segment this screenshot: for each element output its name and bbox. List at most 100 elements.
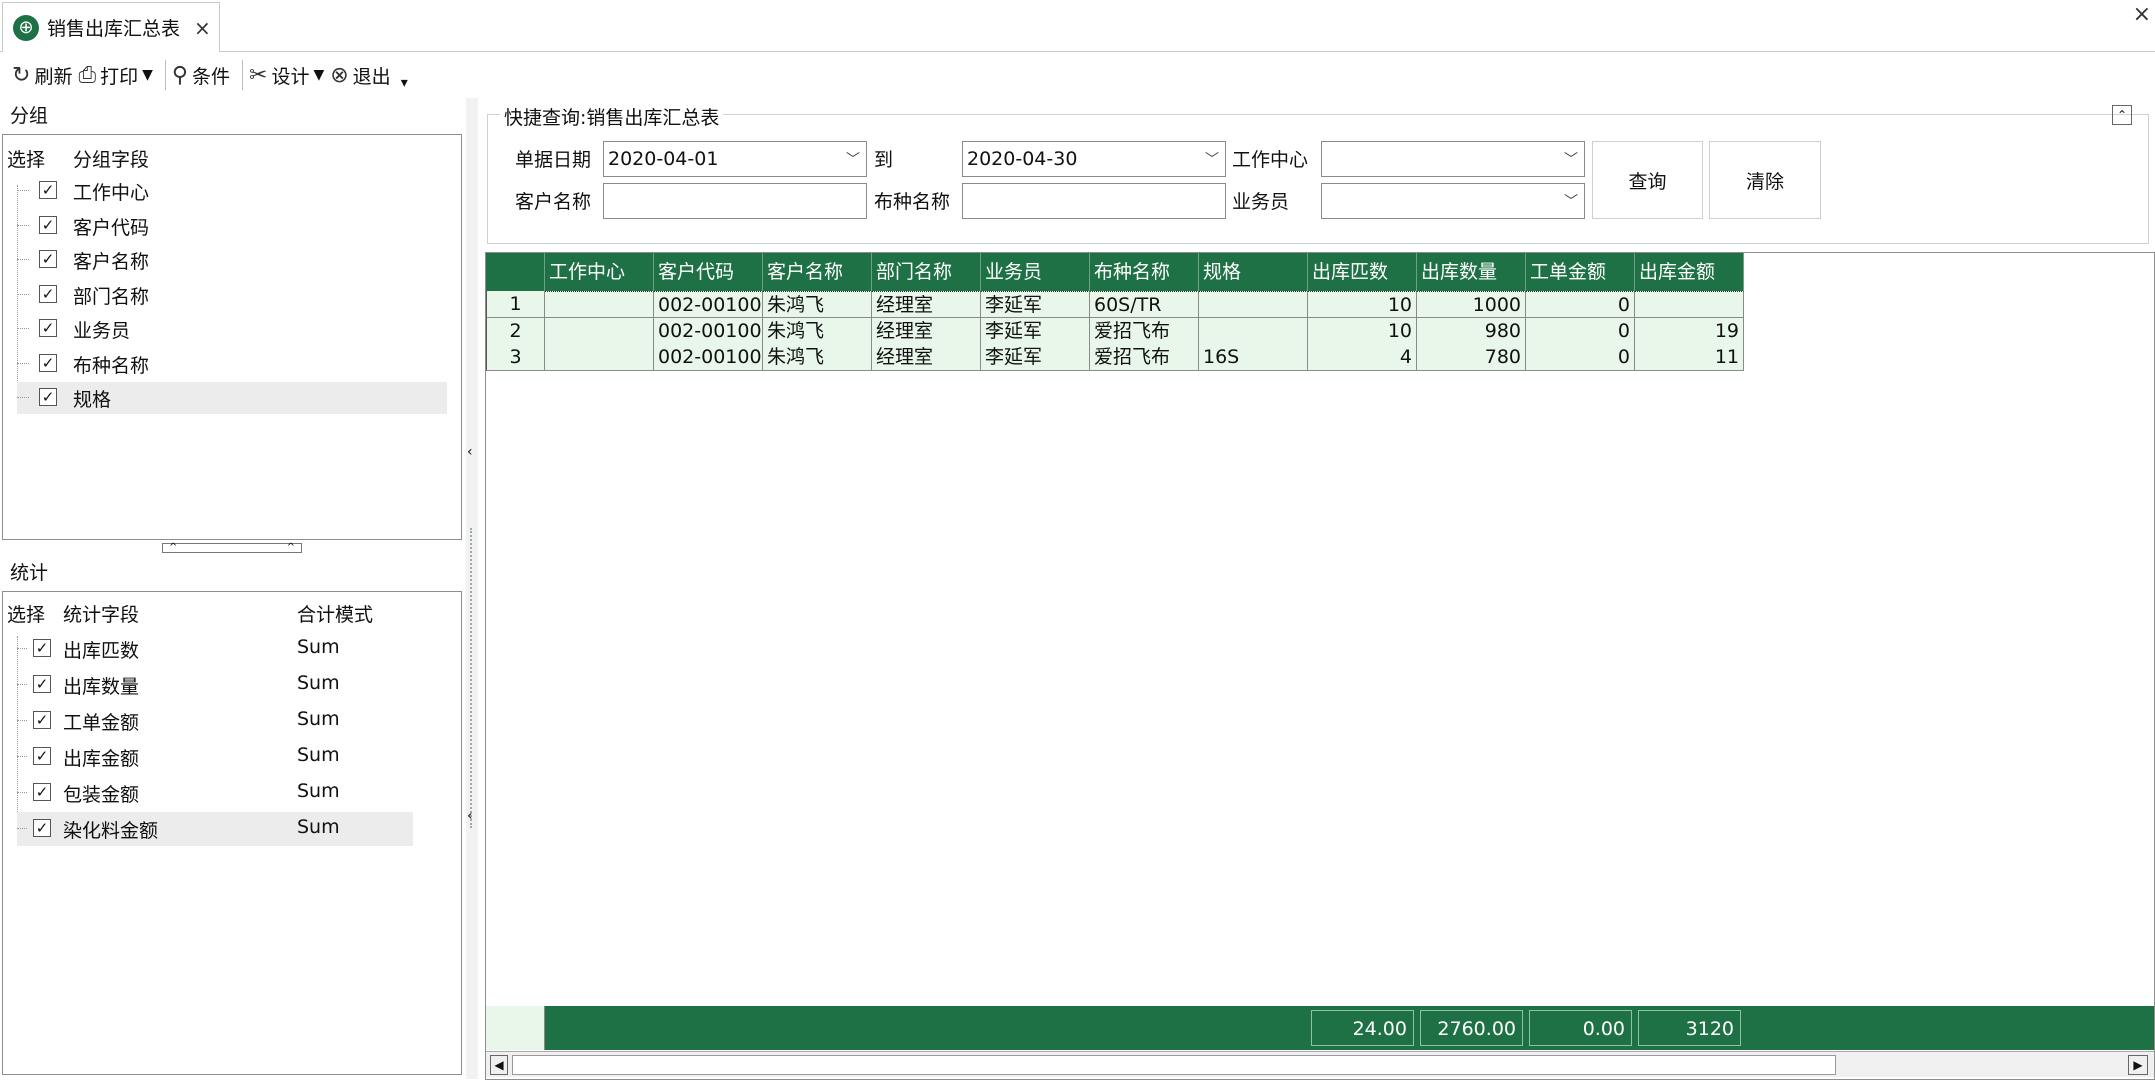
table-cell[interactable]: 002-001001 xyxy=(654,344,763,371)
group-field-row[interactable]: ✓ 部门名称 xyxy=(17,279,447,311)
horizontal-splitter[interactable]: ^ ^ xyxy=(162,543,302,553)
stat-field-row[interactable]: ✓ 出库金额 Sum xyxy=(17,740,413,774)
chevron-down-icon[interactable]: ﹀ xyxy=(1558,191,1584,211)
checkbox-checked[interactable]: ✓ xyxy=(33,747,51,765)
chevron-down-icon[interactable]: ﹀ xyxy=(840,149,866,169)
workcenter-select[interactable]: ﹀ xyxy=(1321,141,1585,177)
checkbox-checked[interactable]: ✓ xyxy=(39,388,57,406)
table-cell[interactable]: 爱招飞布 xyxy=(1090,317,1199,345)
exit-button[interactable]: ⊗ 退出 xyxy=(330,55,390,95)
tab-close-icon[interactable]: × xyxy=(194,16,211,40)
scroll-right-icon[interactable]: ▶ xyxy=(2128,1055,2148,1075)
group-field-row[interactable]: ✓ 规格 xyxy=(17,382,447,414)
table-cell[interactable]: 4 xyxy=(1308,344,1417,371)
table-cell[interactable]: 0 xyxy=(1526,291,1635,318)
column-header[interactable]: 工作中心 xyxy=(545,253,654,291)
column-header[interactable]: 规格 xyxy=(1199,253,1308,291)
row-number[interactable]: 3 xyxy=(486,344,545,371)
table-cell[interactable]: 980 xyxy=(1417,317,1526,345)
scrollbar-thumb[interactable] xyxy=(512,1055,1836,1075)
toolbar-overflow-icon[interactable]: ▾ xyxy=(401,75,408,91)
table-cell[interactable]: 经理室 xyxy=(872,344,981,371)
horizontal-scrollbar[interactable]: ◀ ▶ xyxy=(486,1051,2154,1077)
print-button[interactable]: ⎙ 打印 ▼ xyxy=(78,55,152,95)
column-header[interactable]: 部门名称 xyxy=(872,253,981,291)
design-button[interactable]: ✂ 设计 ▼ xyxy=(249,55,324,95)
tab-sales-outbound-summary[interactable]: ⊕ 销售出库汇总表 × xyxy=(2,2,220,52)
checkbox-checked[interactable]: ✓ xyxy=(39,250,57,268)
group-field-row[interactable]: ✓ 客户代码 xyxy=(17,210,447,242)
checkbox-checked[interactable]: ✓ xyxy=(39,284,57,303)
column-header[interactable]: 出库数量 xyxy=(1417,253,1526,291)
column-header[interactable]: 布种名称 xyxy=(1090,253,1199,291)
column-header[interactable]: 客户名称 xyxy=(763,253,872,291)
stat-field-row[interactable]: ✓ 包装金额 Sum xyxy=(17,776,413,810)
table-cell[interactable]: 爱招飞布 xyxy=(1090,344,1199,371)
table-cell[interactable]: 10 xyxy=(1308,291,1417,318)
query-button[interactable]: 查询 xyxy=(1592,141,1703,219)
table-cell[interactable]: 李延军 xyxy=(981,291,1090,318)
table-cell[interactable]: 11 xyxy=(1635,344,1744,371)
checkbox-checked[interactable]: ✓ xyxy=(39,319,57,337)
table-cell[interactable]: 780 xyxy=(1417,344,1526,371)
checkbox-checked[interactable]: ✓ xyxy=(33,819,51,837)
stat-field-row[interactable]: ✓ 出库数量 Sum xyxy=(17,668,413,702)
vertical-splitter[interactable]: ‹ ‹ xyxy=(466,98,478,1079)
table-cell[interactable]: 朱鸿飞 xyxy=(763,344,872,371)
column-header[interactable]: 业务员 xyxy=(981,253,1090,291)
table-cell[interactable]: 1000 xyxy=(1417,291,1526,318)
stat-field-row[interactable]: ✓ 工单金额 Sum xyxy=(17,704,413,738)
chevron-down-icon[interactable]: ﹀ xyxy=(1199,149,1225,169)
chevron-left-icon[interactable]: ‹ xyxy=(467,808,473,824)
window-close-icon[interactable]: × xyxy=(2133,2,2151,27)
table-cell[interactable]: 李延军 xyxy=(981,344,1090,371)
checkbox-checked[interactable]: ✓ xyxy=(33,711,51,729)
checkbox-checked[interactable]: ✓ xyxy=(39,181,57,199)
salesman-select[interactable]: ﹀ xyxy=(1321,183,1585,219)
table-cell[interactable]: 0 xyxy=(1526,317,1635,345)
stat-field-row[interactable]: ✓ 染化料金额 Sum xyxy=(17,812,413,846)
checkbox-checked[interactable]: ✓ xyxy=(39,215,57,234)
group-field-row[interactable]: ✓ 工作中心 xyxy=(17,175,447,207)
table-cell[interactable]: 19 xyxy=(1635,317,1744,345)
table-cell[interactable]: 002-001001 xyxy=(654,291,763,318)
clear-button[interactable]: 清除 xyxy=(1709,141,1821,219)
group-field-row[interactable]: ✓ 客户名称 xyxy=(17,244,447,276)
table-cell[interactable]: 002-001001 xyxy=(654,317,763,345)
column-header[interactable]: 出库金额 xyxy=(1635,253,1744,291)
chevron-down-icon[interactable]: ﹀ xyxy=(1558,149,1584,169)
checkbox-checked[interactable]: ✓ xyxy=(33,783,51,801)
group-field-row[interactable]: ✓ 业务员 xyxy=(17,313,447,345)
fabric-input[interactable] xyxy=(962,183,1226,219)
row-number[interactable]: 1 xyxy=(486,291,545,318)
column-header[interactable]: 工单金额 xyxy=(1526,253,1635,291)
column-header[interactable]: 出库匹数 xyxy=(1308,253,1417,291)
date-from-picker[interactable]: 2020-04-01 ﹀ xyxy=(603,141,867,177)
table-cell[interactable]: 0 xyxy=(1526,344,1635,371)
chevron-down-icon[interactable]: ▼ xyxy=(142,67,153,83)
table-cell[interactable]: 李延军 xyxy=(981,317,1090,345)
chevron-down-icon[interactable]: ▼ xyxy=(313,67,324,83)
table-cell[interactable]: 60S/TR xyxy=(1090,291,1199,318)
date-to-picker[interactable]: 2020-04-30 ﹀ xyxy=(962,141,1226,177)
table-cell[interactable]: 16S xyxy=(1199,344,1308,371)
checkbox-checked[interactable]: ✓ xyxy=(33,639,51,657)
table-cell[interactable]: 经理室 xyxy=(872,291,981,318)
table-cell[interactable]: 经理室 xyxy=(872,317,981,345)
scroll-left-icon[interactable]: ◀ xyxy=(490,1055,508,1075)
table-cell[interactable] xyxy=(545,291,654,318)
table-cell[interactable] xyxy=(1199,291,1308,318)
collapse-up-icon[interactable]: ⌃ xyxy=(2112,105,2132,125)
row-number[interactable]: 2 xyxy=(486,317,545,345)
table-cell[interactable] xyxy=(545,344,654,371)
column-header[interactable]: 客户代码 xyxy=(654,253,763,291)
condition-button[interactable]: ⚲ 条件 xyxy=(172,55,230,95)
customer-input[interactable] xyxy=(603,183,867,219)
table-cell[interactable] xyxy=(1635,291,1744,318)
table-cell[interactable]: 朱鸿飞 xyxy=(763,291,872,318)
checkbox-checked[interactable]: ✓ xyxy=(33,675,51,693)
table-cell[interactable] xyxy=(545,317,654,345)
stat-field-row[interactable]: ✓ 出库匹数 Sum xyxy=(17,632,413,666)
group-field-row[interactable]: ✓ 布种名称 xyxy=(17,348,447,380)
table-cell[interactable] xyxy=(1199,317,1308,345)
